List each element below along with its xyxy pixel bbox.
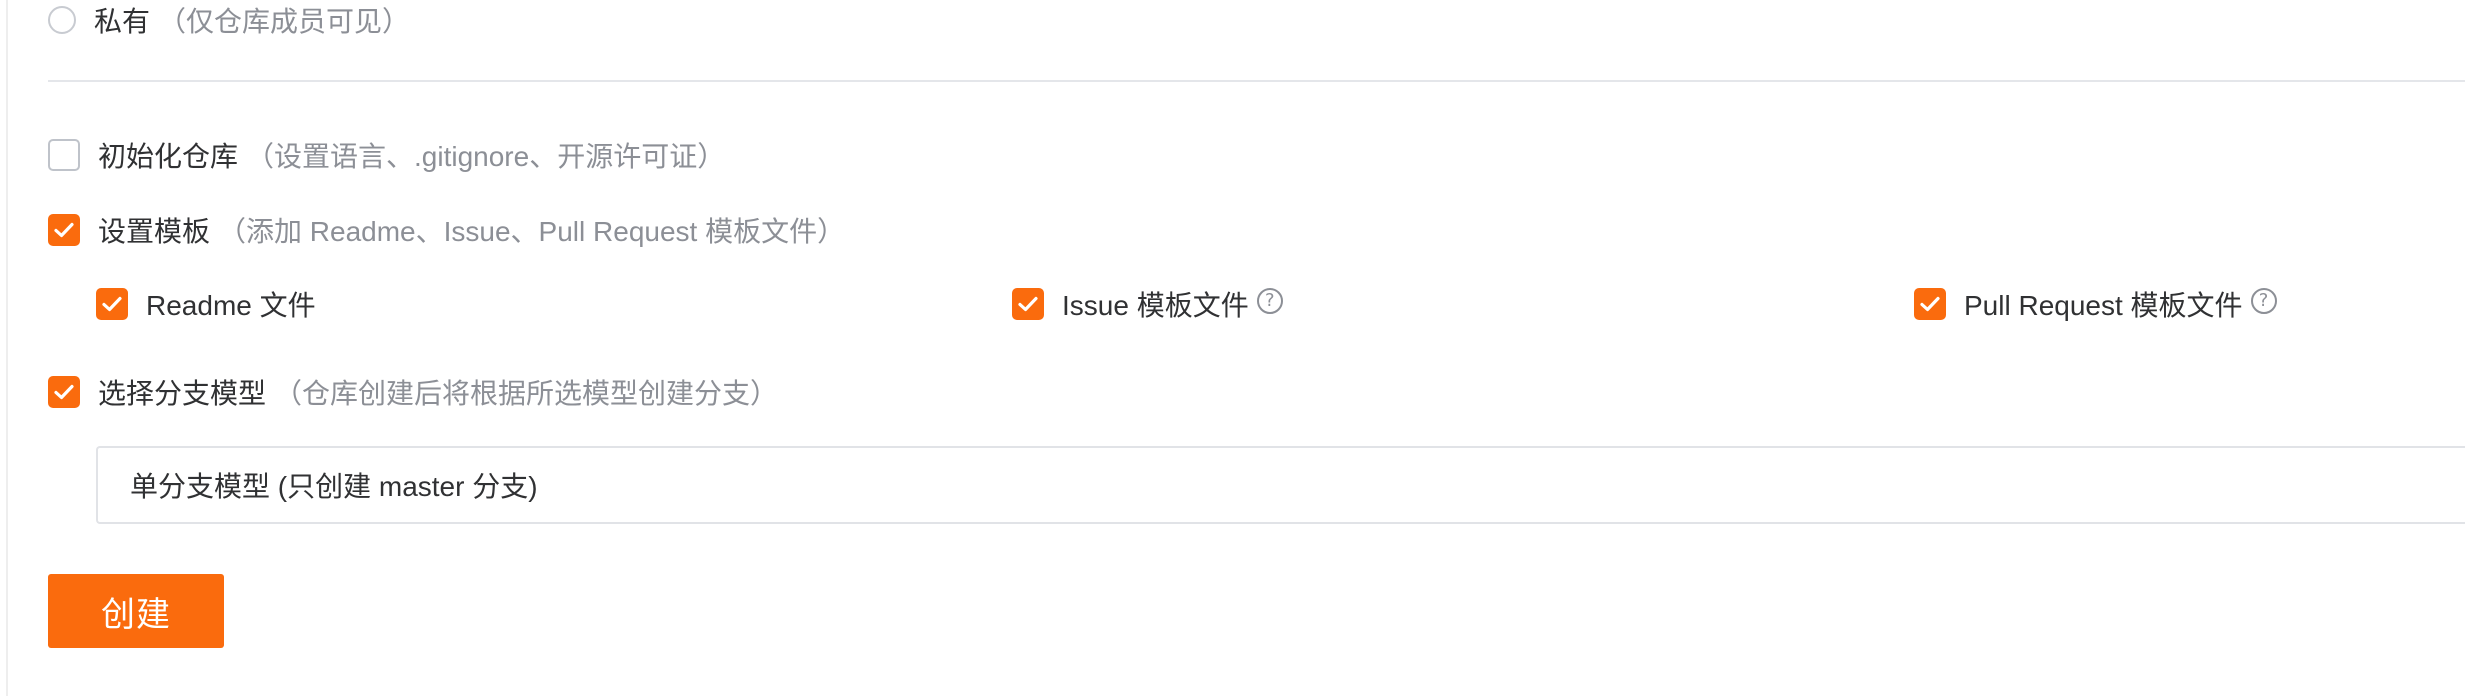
checkmark-icon bbox=[1920, 296, 1940, 312]
branch-model-option[interactable]: 选择分支模型 （仓库创建后将根据所选模型创建分支） bbox=[48, 375, 778, 409]
issue-label: Issue 模板文件 bbox=[1062, 290, 1249, 321]
issue-checkbox[interactable] bbox=[1012, 288, 1044, 320]
branch-model-checkbox[interactable] bbox=[48, 376, 80, 408]
checkmark-icon bbox=[1018, 296, 1038, 312]
checkmark-icon bbox=[54, 222, 74, 238]
checkmark-icon bbox=[102, 296, 122, 312]
templates-option[interactable]: 设置模板 （添加 Readme、Issue、Pull Request 模板文件） bbox=[48, 213, 845, 247]
template-issue-option[interactable]: Issue 模板文件 ? bbox=[1012, 287, 1283, 321]
init-repo-option[interactable]: 初始化仓库 （设置语言、.gitignore、开源许可证） bbox=[48, 138, 725, 172]
branch-model-select[interactable]: 单分支模型 (只创建 master 分支) bbox=[96, 446, 2465, 524]
init-repo-checkbox[interactable] bbox=[48, 139, 80, 171]
init-repo-hint: （设置语言、.gitignore、开源许可证） bbox=[246, 141, 726, 172]
branch-model-hint: （仓库创建后将根据所选模型创建分支） bbox=[274, 378, 779, 409]
pull-request-label: Pull Request 模板文件 bbox=[1964, 290, 2243, 321]
templates-hint: （添加 Readme、Issue、Pull Request 模板文件） bbox=[218, 216, 846, 247]
templates-checkbox[interactable] bbox=[48, 214, 80, 246]
pull-request-checkbox[interactable] bbox=[1914, 288, 1946, 320]
branch-model-selected-value: 单分支模型 (只创建 master 分支) bbox=[130, 471, 538, 502]
repo-create-form: 私有 （仅仓库成员可见） 初始化仓库 （设置语言、.gitignore、开源许可… bbox=[0, 0, 2465, 696]
template-readme-option[interactable]: Readme 文件 bbox=[96, 287, 316, 321]
section-divider bbox=[48, 80, 2465, 82]
branch-model-label: 选择分支模型 bbox=[98, 378, 267, 409]
readme-checkbox[interactable] bbox=[96, 288, 128, 320]
left-border bbox=[6, 0, 8, 696]
private-label: 私有 bbox=[94, 6, 151, 37]
question-circle-icon[interactable]: ? bbox=[1256, 288, 1283, 314]
question-circle-icon[interactable]: ? bbox=[2250, 288, 2277, 314]
private-radio[interactable] bbox=[48, 6, 76, 34]
readme-label: Readme 文件 bbox=[146, 290, 316, 321]
checkmark-icon bbox=[54, 384, 74, 400]
template-pull-request-option[interactable]: Pull Request 模板文件 ? bbox=[1914, 287, 2277, 321]
create-button[interactable]: 创建 bbox=[48, 574, 224, 648]
visibility-private-option[interactable]: 私有 （仅仓库成员可见） bbox=[48, 4, 410, 37]
private-hint: （仅仓库成员可见） bbox=[158, 6, 411, 37]
templates-label: 设置模板 bbox=[98, 216, 211, 247]
init-repo-label: 初始化仓库 bbox=[98, 141, 239, 172]
